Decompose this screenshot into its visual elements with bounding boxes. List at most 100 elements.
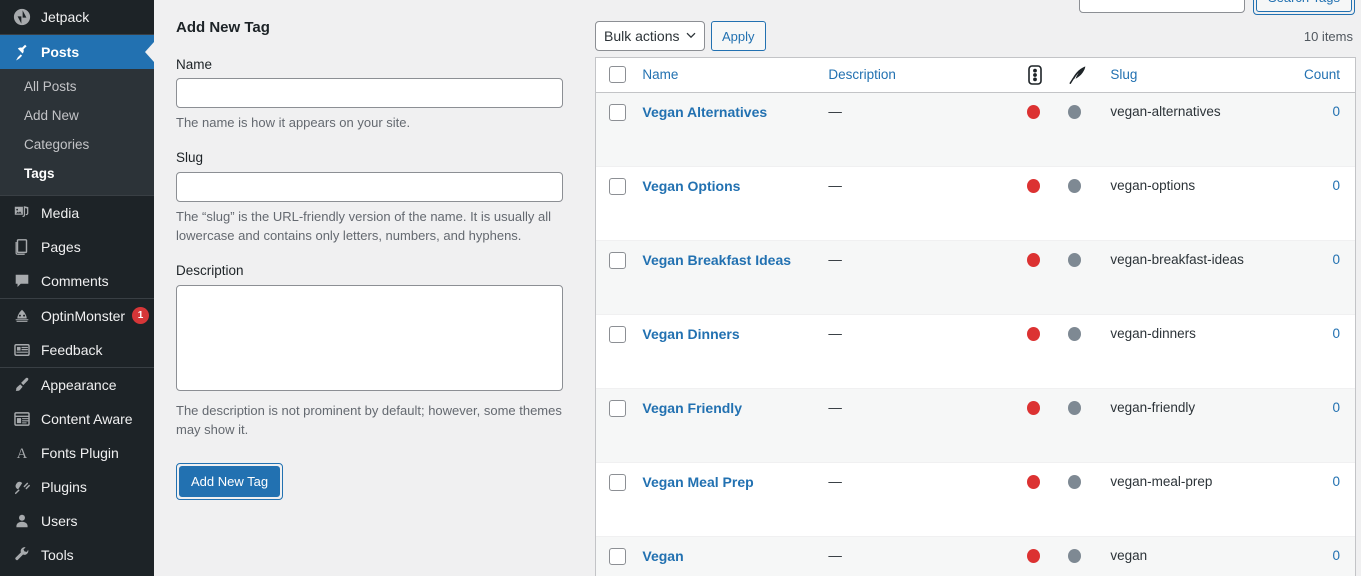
sidebar-item-optinmonster[interactable]: OptinMonster 1: [0, 299, 154, 333]
submenu-item-all-posts[interactable]: All Posts: [0, 73, 154, 102]
row-name-cell: Vegan Meal Prep: [633, 462, 821, 537]
row-select-checkbox[interactable]: [609, 547, 626, 565]
tag-name-link[interactable]: Vegan: [642, 548, 683, 564]
readability-dot-icon: [1067, 326, 1081, 341]
column-header-count[interactable]: Count: [1292, 58, 1355, 93]
seo-score-dot-icon: [1027, 178, 1041, 193]
tag-name-link[interactable]: Vegan Dinners: [642, 326, 739, 342]
tag-count-link[interactable]: 0: [1332, 326, 1340, 341]
row-name-cell: Vegan Friendly: [633, 388, 821, 463]
row-select-checkbox[interactable]: [609, 473, 626, 491]
seo-score-dot-icon: [1027, 548, 1041, 563]
tag-slug-input[interactable]: [176, 171, 563, 202]
sidebar-item-content-aware[interactable]: Content Aware: [0, 402, 154, 436]
name-field-group: Name The name is how it appears on your …: [176, 56, 595, 133]
tag-name-link[interactable]: Vegan Meal Prep: [642, 474, 753, 490]
plug-icon: [12, 477, 32, 497]
readability-dot-icon: [1067, 474, 1081, 489]
column-header-slug-label: Slug: [1110, 67, 1138, 83]
column-header-name[interactable]: Name: [633, 58, 821, 93]
readability-dot-icon: [1067, 178, 1081, 193]
sidebar-item-users[interactable]: Users: [0, 504, 154, 538]
row-readability-cell: [1060, 240, 1106, 315]
row-slug-cell: vegan-breakfast-ideas: [1105, 240, 1293, 315]
readability-dot-icon: [1067, 252, 1081, 267]
tag-count-link[interactable]: 0: [1332, 474, 1340, 489]
seo-score-icon: [1028, 64, 1043, 85]
select-all-checkbox[interactable]: [609, 66, 626, 84]
sidebar-item-label: Jetpack: [41, 9, 90, 25]
table-header-row: Name Description Slug Count: [596, 58, 1355, 93]
sidebar-item-posts[interactable]: Posts: [0, 35, 154, 69]
apply-button[interactable]: Apply: [711, 21, 766, 51]
submenu-item-tags[interactable]: Tags: [0, 160, 154, 189]
description-field-group: Description The description is not promi…: [176, 262, 595, 440]
add-new-tag-form: Add New Tag Name The name is how it appe…: [154, 0, 595, 576]
tag-count-link[interactable]: 0: [1332, 178, 1340, 193]
row-select-cell: [596, 388, 634, 463]
sidebar-item-pages[interactable]: Pages: [0, 230, 154, 264]
row-description-cell: —: [820, 314, 1021, 389]
tag-count-link[interactable]: 0: [1332, 252, 1340, 267]
row-select-cell: [596, 314, 634, 389]
select-all-header: [596, 58, 634, 93]
tag-description-textarea[interactable]: [176, 284, 563, 391]
pages-icon: [12, 237, 32, 257]
column-header-description-label: Description: [828, 67, 896, 83]
row-select-checkbox[interactable]: [609, 103, 626, 121]
admin-sidebar: Jetpack Posts All Posts Add New Categories Ta…: [0, 0, 154, 576]
row-description-cell: —: [820, 536, 1021, 576]
submenu-item-categories[interactable]: Categories: [0, 131, 154, 160]
column-header-slug[interactable]: Slug: [1105, 58, 1293, 93]
sidebar-item-tools[interactable]: Tools: [0, 538, 154, 572]
comment-icon: [12, 271, 32, 291]
sidebar-item-feedback[interactable]: Feedback: [0, 333, 154, 367]
seo-score-dot-icon: [1027, 252, 1041, 267]
sidebar-item-media[interactable]: Media: [0, 196, 154, 230]
sidebar-item-fonts-plugin[interactable]: A Fonts Plugin: [0, 436, 154, 470]
tag-name-link[interactable]: Vegan Options: [642, 178, 740, 194]
tag-name-input[interactable]: [176, 78, 563, 109]
row-count-cell: 0: [1292, 92, 1355, 167]
sidebar-item-plugins[interactable]: Plugins: [0, 470, 154, 504]
sidebar-item-appearance[interactable]: Appearance: [0, 368, 154, 402]
search-tags-input[interactable]: [1078, 0, 1245, 13]
tag-name-link[interactable]: Vegan Breakfast Ideas: [642, 252, 791, 268]
add-new-tag-button[interactable]: Add New Tag: [179, 465, 281, 497]
readability-dot-icon: [1067, 400, 1081, 415]
sidebar-item-label: Tools: [41, 546, 74, 563]
row-select-cell: [596, 462, 634, 537]
user-icon: [12, 511, 32, 531]
row-select-checkbox[interactable]: [609, 399, 626, 417]
row-name-cell: Vegan Dinners: [633, 314, 821, 389]
sidebar-item-jetpack[interactable]: Jetpack: [0, 0, 154, 34]
tag-name-link[interactable]: Vegan Alternatives: [642, 104, 767, 120]
row-select-checkbox[interactable]: [609, 177, 626, 195]
tag-count-link[interactable]: 0: [1332, 400, 1340, 415]
submenu-item-add-new[interactable]: Add New: [0, 102, 154, 131]
tag-count-link[interactable]: 0: [1332, 104, 1340, 119]
column-header-readability[interactable]: [1060, 58, 1106, 93]
add-new-tag-button-focus-ring: Add New Tag: [176, 462, 284, 500]
search-tags-button[interactable]: Search Tags: [1255, 0, 1352, 12]
row-select-cell: [596, 166, 634, 241]
row-seo-score-cell: [1020, 240, 1061, 315]
row-slug-cell: vegan-alternatives: [1105, 92, 1293, 167]
column-header-seo-score[interactable]: [1020, 58, 1061, 93]
row-readability-cell: [1060, 462, 1106, 537]
sidebar-item-label: Comments: [41, 272, 109, 289]
column-header-description[interactable]: Description: [820, 58, 1021, 93]
bulk-actions-select[interactable]: Bulk actions: [595, 21, 705, 51]
slug-label: Slug: [176, 149, 204, 165]
row-select-checkbox[interactable]: [609, 251, 626, 269]
tag-count-link[interactable]: 0: [1332, 548, 1340, 563]
row-select-checkbox[interactable]: [609, 325, 626, 343]
row-description-cell: —: [820, 92, 1021, 167]
row-seo-score-cell: [1020, 314, 1061, 389]
tag-name-link[interactable]: Vegan Friendly: [642, 400, 742, 416]
row-seo-score-cell: [1020, 462, 1061, 537]
row-readability-cell: [1060, 314, 1106, 389]
sidebar-item-comments[interactable]: Comments: [0, 264, 154, 298]
table-row: Vegan Dinners — vegan-dinners 0: [596, 314, 1355, 389]
wrench-icon: [12, 545, 32, 565]
